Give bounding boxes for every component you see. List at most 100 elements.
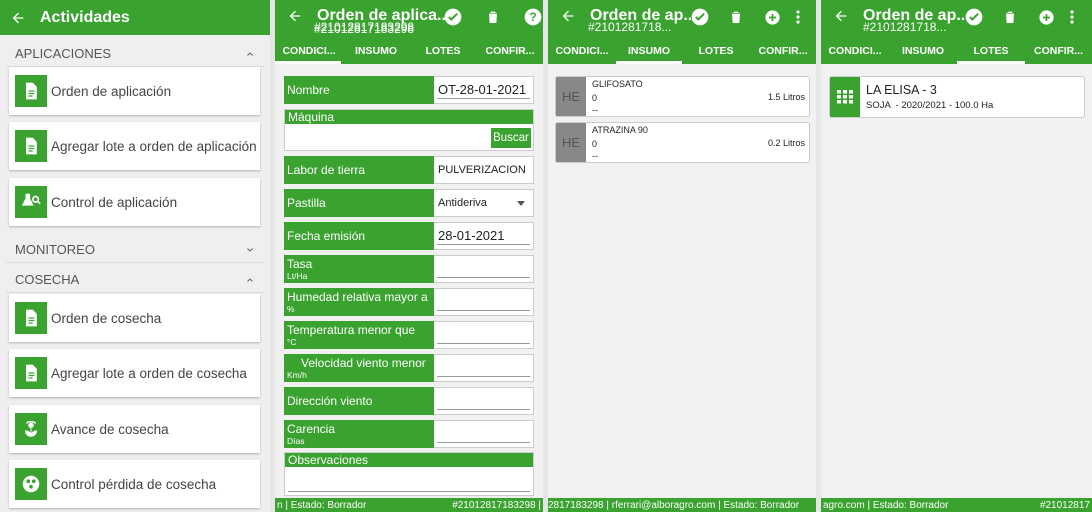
tab-condiciones[interactable]: CONDICI... [548, 38, 616, 64]
seeds-icon [15, 468, 47, 500]
card-control-perdida[interactable]: Control pérdida de cosecha [9, 460, 260, 508]
card-label: Agregar lote a orden de aplicación [51, 138, 257, 154]
humedad-field[interactable] [434, 288, 534, 316]
list-item[interactable]: HE ATRAZINA 90 0 0.2 Litros -- [555, 122, 810, 163]
category-badge: HE [556, 77, 586, 116]
tasa-field[interactable] [434, 255, 534, 283]
labor-row: Labor de tierra PULVERIZACION T [284, 156, 534, 184]
actividades-panel: Actividades APLICACIONES Orden de aplica… [0, 0, 270, 512]
order-number: #2101281718... [863, 20, 947, 34]
observaciones-field[interactable] [288, 491, 530, 492]
fecha-field[interactable]: 28-01-2021 [434, 222, 534, 250]
tab-lotes[interactable]: LOTES [682, 38, 750, 64]
lotes-panel: Orden de ap... CONDICI... INSUMO LOTES C… [821, 0, 1092, 512]
document-icon [15, 130, 47, 162]
card-label: Orden de aplicación [51, 83, 172, 99]
app-bar: Actividades [0, 0, 270, 35]
labor-field[interactable]: PULVERIZACION T [434, 156, 534, 184]
order-number: #2101281718... [588, 20, 672, 34]
status-footer: 2817183298 | rferrari@alboragro.com | Es… [548, 498, 816, 512]
humedad-label: Humedad relativa mayor a% [284, 288, 434, 316]
footer-status: n | Estado: Borrador [277, 499, 367, 511]
more-vert-icon[interactable] [790, 6, 806, 28]
tab-insumo[interactable]: INSUMO [343, 38, 409, 64]
pastilla-row: Pastilla Antideriva [284, 189, 534, 217]
tab-confirmar[interactable]: CONFIR... [1025, 38, 1092, 64]
trash-icon[interactable] [724, 6, 748, 28]
tasa-row: Tasa Lt/Ha [284, 255, 534, 283]
card-label: Control pérdida de cosecha [51, 476, 217, 492]
plant-icon [15, 413, 47, 445]
tab-condiciones[interactable]: CONDICI... [821, 38, 889, 64]
section-label: COSECHA [15, 272, 80, 287]
buscar-button[interactable]: Buscar [491, 128, 531, 148]
item-amount: 1.5 Litros [767, 92, 805, 102]
flask-search-icon [15, 186, 47, 218]
lote-name: LA ELISA - 3 [866, 83, 937, 97]
back-arrow-icon[interactable] [10, 10, 26, 26]
section-label: APLICACIONES [15, 46, 112, 61]
help-icon[interactable]: ? [521, 6, 543, 28]
carencia-label: Carencia Días [284, 420, 434, 448]
chevron-up-icon [247, 51, 253, 56]
tab-confirmar[interactable]: CONFIR... [750, 38, 816, 64]
chevron-down-icon [247, 247, 253, 252]
tab-confirmar[interactable]: CONFIR... [477, 38, 543, 64]
nombre-row: Nombre OT-28-01-2021 [284, 76, 534, 104]
card-agregar-lote-aplicacion[interactable]: Agregar lote a orden de aplicación [9, 122, 260, 170]
card-orden-cosecha[interactable]: Orden de cosecha [9, 294, 260, 342]
page-title: Actividades [40, 8, 130, 26]
section-monitoreo[interactable]: MONITOREO [6, 237, 264, 263]
maquina-row: Máquina Buscar [284, 109, 534, 151]
card-orden-aplicacion[interactable]: Orden de aplicación [9, 67, 260, 115]
tab-insumo[interactable]: INSUMO [616, 38, 682, 64]
list-item[interactable]: HE GLIFOSATO 0 1.5 Litros -- [555, 76, 810, 117]
grid-icon [830, 77, 860, 117]
more-vert-icon[interactable] [1064, 6, 1080, 28]
trash-icon[interactable] [475, 6, 511, 28]
category-badge: HE [556, 123, 586, 162]
status-footer: agro.com | Estado: Borrador #21012817 [821, 498, 1092, 512]
item-extra: -- [592, 105, 598, 115]
card-avance-cosecha[interactable]: Avance de cosecha [9, 405, 260, 453]
back-arrow-icon[interactable] [833, 8, 849, 24]
temperatura-field[interactable] [434, 321, 534, 349]
add-circle-icon[interactable] [760, 6, 784, 28]
direccion-label: Dirección viento [284, 387, 434, 415]
fecha-row: Fecha emisión 28-01-2021 [284, 222, 534, 250]
back-arrow-icon[interactable] [287, 8, 303, 24]
lote-card[interactable]: LA ELISA - 3 SOJA - 2020/2021 - 100.0 Ha [829, 76, 1085, 118]
dropdown-arrow-icon [517, 201, 525, 206]
carencia-field[interactable] [434, 420, 534, 448]
direccion-field[interactable] [434, 387, 534, 415]
trash-icon[interactable] [998, 6, 1022, 28]
pastilla-select[interactable]: Antideriva [434, 189, 534, 217]
carencia-row: Carencia Días [284, 420, 534, 448]
card-agregar-lote-cosecha[interactable]: Agregar lote a orden de cosecha [9, 349, 260, 397]
svg-text:?: ? [529, 11, 536, 24]
add-circle-icon[interactable] [1034, 6, 1058, 28]
back-arrow-icon[interactable] [560, 8, 576, 24]
item-qty: 0 [592, 93, 598, 103]
nombre-field[interactable]: OT-28-01-2021 [434, 76, 534, 104]
item-qty: 0 [592, 139, 598, 149]
tasa-label: Tasa Lt/Ha [284, 255, 434, 283]
tab-lotes[interactable]: LOTES [957, 38, 1025, 64]
check-circle-icon[interactable] [688, 6, 712, 28]
viento-field[interactable] [434, 354, 534, 382]
section-aplicaciones[interactable]: APLICACIONES [6, 41, 264, 67]
footer-status: agro.com | Estado: Borrador [823, 499, 949, 511]
status-footer: n | Estado: Borrador #21012817183298 | [275, 498, 543, 512]
maquina-label: Máquina [285, 110, 533, 124]
card-control-aplicacion[interactable]: Control de aplicación [9, 178, 260, 226]
tab-lotes[interactable]: LOTES [409, 38, 477, 64]
card-label: Orden de cosecha [51, 310, 162, 326]
tab-insumo[interactable]: INSUMO [889, 38, 957, 64]
lote-detail: SOJA - 2020/2021 - 100.0 Ha [866, 100, 994, 111]
check-circle-icon[interactable] [962, 6, 986, 28]
check-circle-icon[interactable] [441, 6, 465, 28]
footer-status: 2817183298 | rferrari@alboragro.com | Es… [548, 499, 800, 511]
pastilla-label: Pastilla [284, 189, 434, 217]
section-cosecha[interactable]: COSECHA [6, 267, 264, 293]
card-label: Control de aplicación [51, 194, 178, 210]
